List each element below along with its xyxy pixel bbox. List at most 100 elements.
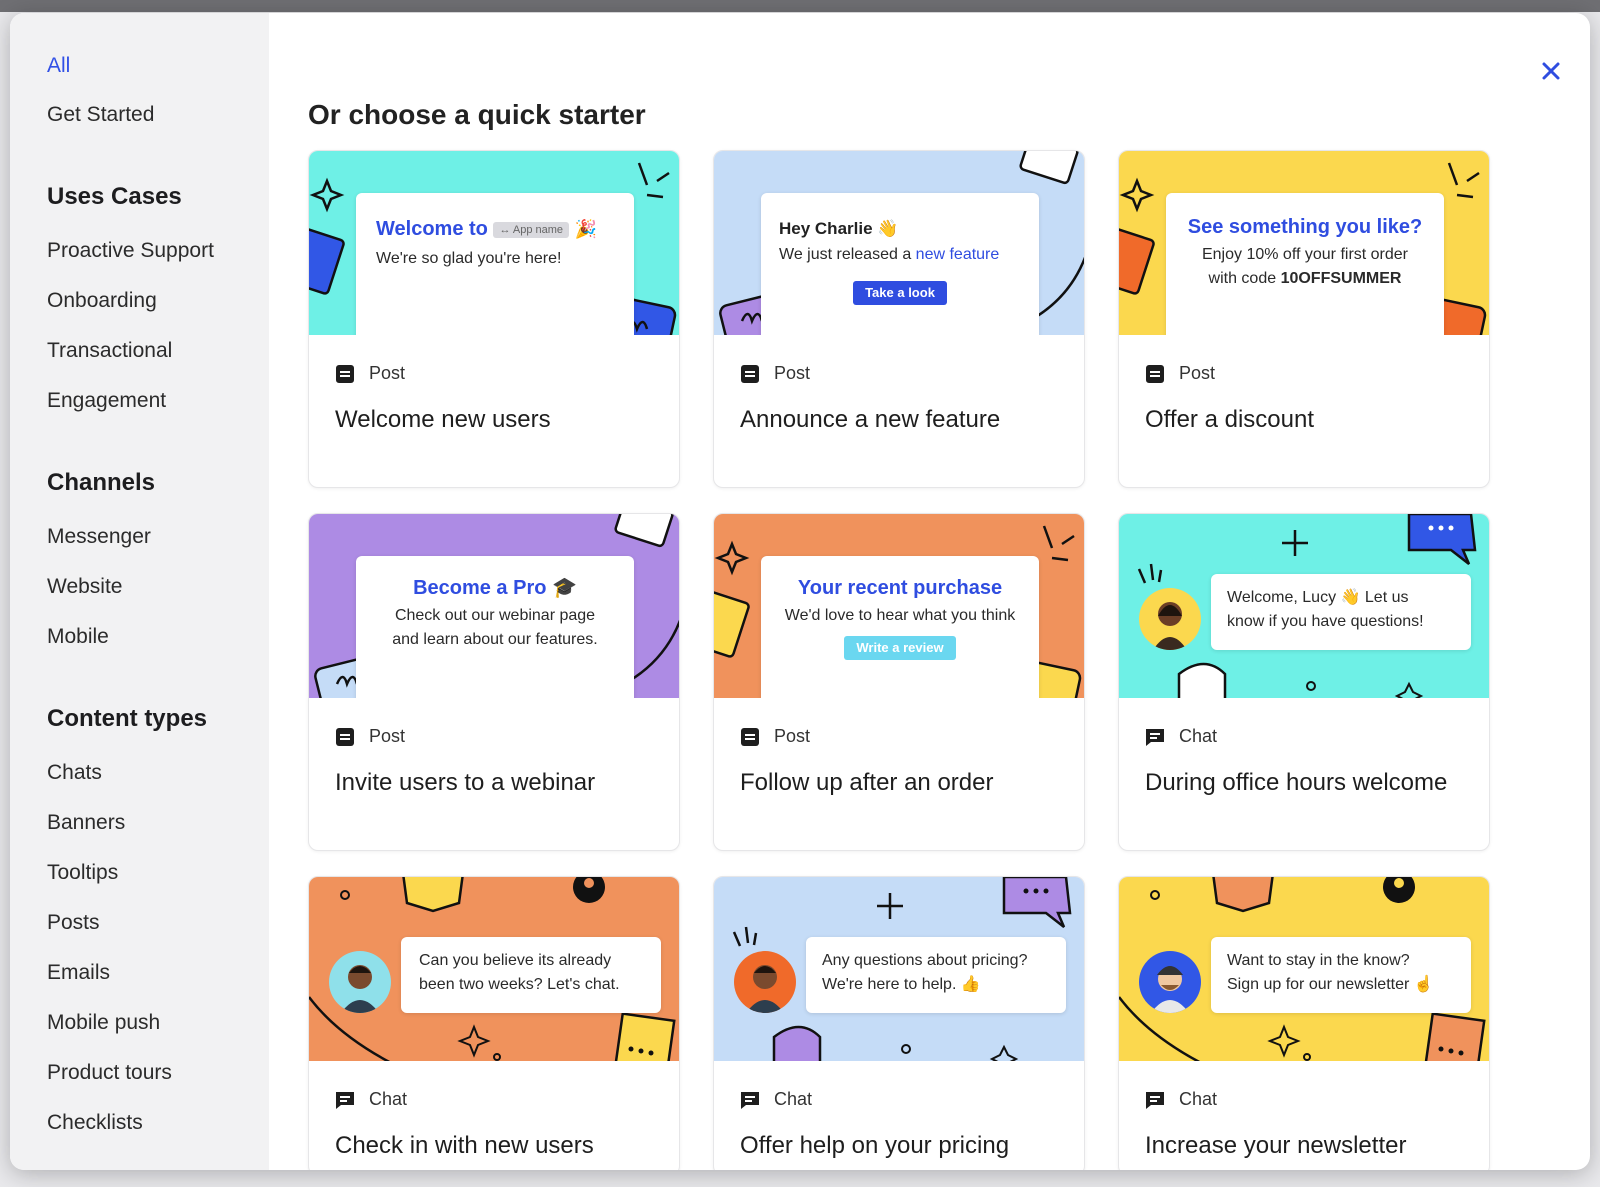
preview-text: Welcome, Lucy 👋 Let us — [1227, 589, 1409, 606]
chat-bubble: Welcome, Lucy 👋 Let us know if you have … — [1211, 574, 1471, 650]
post-icon — [336, 727, 354, 746]
preview-text-2: been two weeks? Let's chat. — [419, 976, 620, 993]
app-name-pill: ↔ App name — [493, 221, 570, 238]
message-preview: Hey Charlie 👋 We just released a new fea… — [761, 193, 1039, 335]
post-icon — [1146, 364, 1164, 383]
starter-card-offer-discount[interactable]: See something you like? Enjoy 10% off yo… — [1118, 150, 1490, 488]
preview-text: Any questions about pricing? — [822, 952, 1028, 969]
close-icon[interactable] — [1538, 58, 1564, 84]
card-title: Offer help on your pricing — [740, 1132, 1010, 1159]
page-title: Or choose a quick starter — [308, 99, 646, 130]
card-type: Post — [740, 363, 810, 384]
message-preview: Welcome to ↔ App name 🎉 We're so glad yo… — [356, 193, 634, 335]
chat-icon — [336, 1091, 354, 1109]
preview-text: Want to stay in the know? — [1227, 952, 1410, 969]
sidebar-item-engagement[interactable]: Engagement — [47, 389, 166, 413]
sidebar-item-product-tours[interactable]: Product tours — [47, 1061, 172, 1085]
sidebar-item-website[interactable]: Website — [47, 575, 122, 599]
card-illustration: Hey Charlie 👋 We just released a new fea… — [714, 151, 1084, 335]
card-type-label: Post — [369, 726, 406, 746]
card-illustration: Welcome, Lucy 👋 Let us know if you have … — [1119, 514, 1489, 698]
avatar — [734, 951, 796, 1013]
sidebar-item-all[interactable]: All — [47, 54, 70, 78]
preview-heading: Welcome to — [376, 218, 488, 240]
sidebar-item-mobile[interactable]: Mobile — [47, 625, 109, 649]
party-icon: 🎉 — [574, 219, 598, 239]
card-type: Post — [1145, 363, 1215, 384]
card-type: Chat — [1145, 1089, 1217, 1110]
starter-card-announce-feature[interactable]: Hey Charlie 👋 We just released a new fea… — [713, 150, 1085, 488]
card-title: Announce a new feature — [740, 406, 1001, 433]
preview-text: Enjoy 10% off your first order — [1201, 246, 1409, 263]
preview-text-2: We're here to help. 👍 — [822, 976, 981, 993]
card-type: Chat — [740, 1089, 812, 1110]
card-type-label: Chat — [774, 1089, 813, 1109]
sidebar-item-mobile-push[interactable]: Mobile push — [47, 1011, 160, 1035]
starter-card-newsletter[interactable]: Want to stay in the know? Sign up for ou… — [1118, 876, 1490, 1170]
card-illustration: Welcome to ↔ App name 🎉 We're so glad yo… — [309, 151, 679, 335]
sidebar-item-posts[interactable]: Posts — [47, 911, 100, 935]
take-a-look-button: Take a look — [853, 281, 947, 305]
card-type: Post — [335, 726, 405, 747]
card-title: Increase your newsletter — [1145, 1132, 1407, 1159]
post-icon — [741, 727, 759, 746]
preview-text-2: with code — [1208, 270, 1281, 287]
preview-text: Can you believe its already — [419, 952, 612, 969]
card-type-label: Post — [774, 726, 811, 746]
card-title: Offer a discount — [1145, 406, 1314, 433]
sidebar-item-chats[interactable]: Chats — [47, 761, 102, 785]
avatar — [329, 951, 391, 1013]
card-type: Chat — [1145, 726, 1217, 747]
preview-heading: See something you like? — [1187, 216, 1423, 238]
chat-icon — [741, 1091, 759, 1109]
preview-text: Check out our webinar page — [394, 607, 596, 624]
avatar — [1139, 588, 1201, 650]
card-type-label: Post — [1179, 363, 1216, 383]
card-type-label: Chat — [1179, 726, 1218, 746]
starter-card-pricing-help[interactable]: Any questions about pricing? We're here … — [713, 876, 1085, 1170]
starter-card-office-hours[interactable]: Welcome, Lucy 👋 Let us know if you have … — [1118, 513, 1490, 851]
chat-bubble: Can you believe its already been two wee… — [401, 937, 661, 1013]
starter-card-webinar[interactable]: Become a Pro 🎓 Check out our webinar pag… — [308, 513, 680, 851]
card-illustration: See something you like? Enjoy 10% off yo… — [1119, 151, 1489, 335]
chat-icon — [1146, 1091, 1164, 1109]
sidebar: All Get Started Uses Cases Proactive Sup… — [10, 13, 269, 1170]
sidebar-item-transactional[interactable]: Transactional — [47, 339, 172, 363]
starter-card-follow-up-order[interactable]: Your recent purchase We'd love to hear w… — [713, 513, 1085, 851]
sidebar-item-tooltips[interactable]: Tooltips — [47, 861, 118, 885]
card-type-label: Post — [774, 363, 811, 383]
message-preview: Become a Pro 🎓 Check out our webinar pag… — [356, 556, 634, 698]
preview-text: We just released a — [779, 246, 916, 263]
sidebar-heading-channels: Channels — [47, 469, 156, 496]
card-title: Check in with new users — [335, 1132, 594, 1159]
starter-card-welcome-new-users[interactable]: Welcome to ↔ App name 🎉 We're so glad yo… — [308, 150, 680, 488]
avatar — [1139, 951, 1201, 1013]
sidebar-item-get-started[interactable]: Get Started — [47, 103, 154, 127]
sidebar-heading-use-cases: Uses Cases — [47, 183, 182, 210]
card-title: Welcome new users — [335, 406, 551, 433]
sidebar-item-emails[interactable]: Emails — [47, 961, 110, 985]
preview-text-2: Sign up for our newsletter ☝ — [1227, 976, 1434, 993]
preview-heading: Hey Charlie 👋 — [779, 219, 899, 238]
background-topbar — [0, 0, 1600, 12]
starter-card-check-in[interactable]: Can you believe its already been two wee… — [308, 876, 680, 1170]
preview-text: We'd love to hear what you think — [784, 607, 1016, 624]
card-title: Invite users to a webinar — [335, 769, 596, 796]
sidebar-item-checklists[interactable]: Checklists — [47, 1111, 143, 1135]
sidebar-item-messenger[interactable]: Messenger — [47, 525, 151, 549]
sidebar-item-banners[interactable]: Banners — [47, 811, 125, 835]
post-icon — [741, 364, 759, 383]
card-title: During office hours welcome — [1145, 769, 1448, 796]
sidebar-item-onboarding[interactable]: Onboarding — [47, 289, 157, 313]
sidebar-item-proactive-support[interactable]: Proactive Support — [47, 239, 214, 263]
chat-bubble: Any questions about pricing? We're here … — [806, 937, 1066, 1013]
message-preview: See something you like? Enjoy 10% off yo… — [1166, 193, 1444, 335]
card-type: Post — [335, 363, 405, 384]
card-type-label: Chat — [1179, 1089, 1218, 1109]
preview-text-2: and learn about our features. — [392, 631, 598, 648]
card-type: Post — [740, 726, 810, 747]
card-illustration: Want to stay in the know? Sign up for ou… — [1119, 877, 1489, 1061]
message-preview: Your recent purchase We'd love to hear w… — [761, 556, 1039, 698]
card-type-label: Post — [369, 363, 406, 383]
card-illustration: Your recent purchase We'd love to hear w… — [714, 514, 1084, 698]
